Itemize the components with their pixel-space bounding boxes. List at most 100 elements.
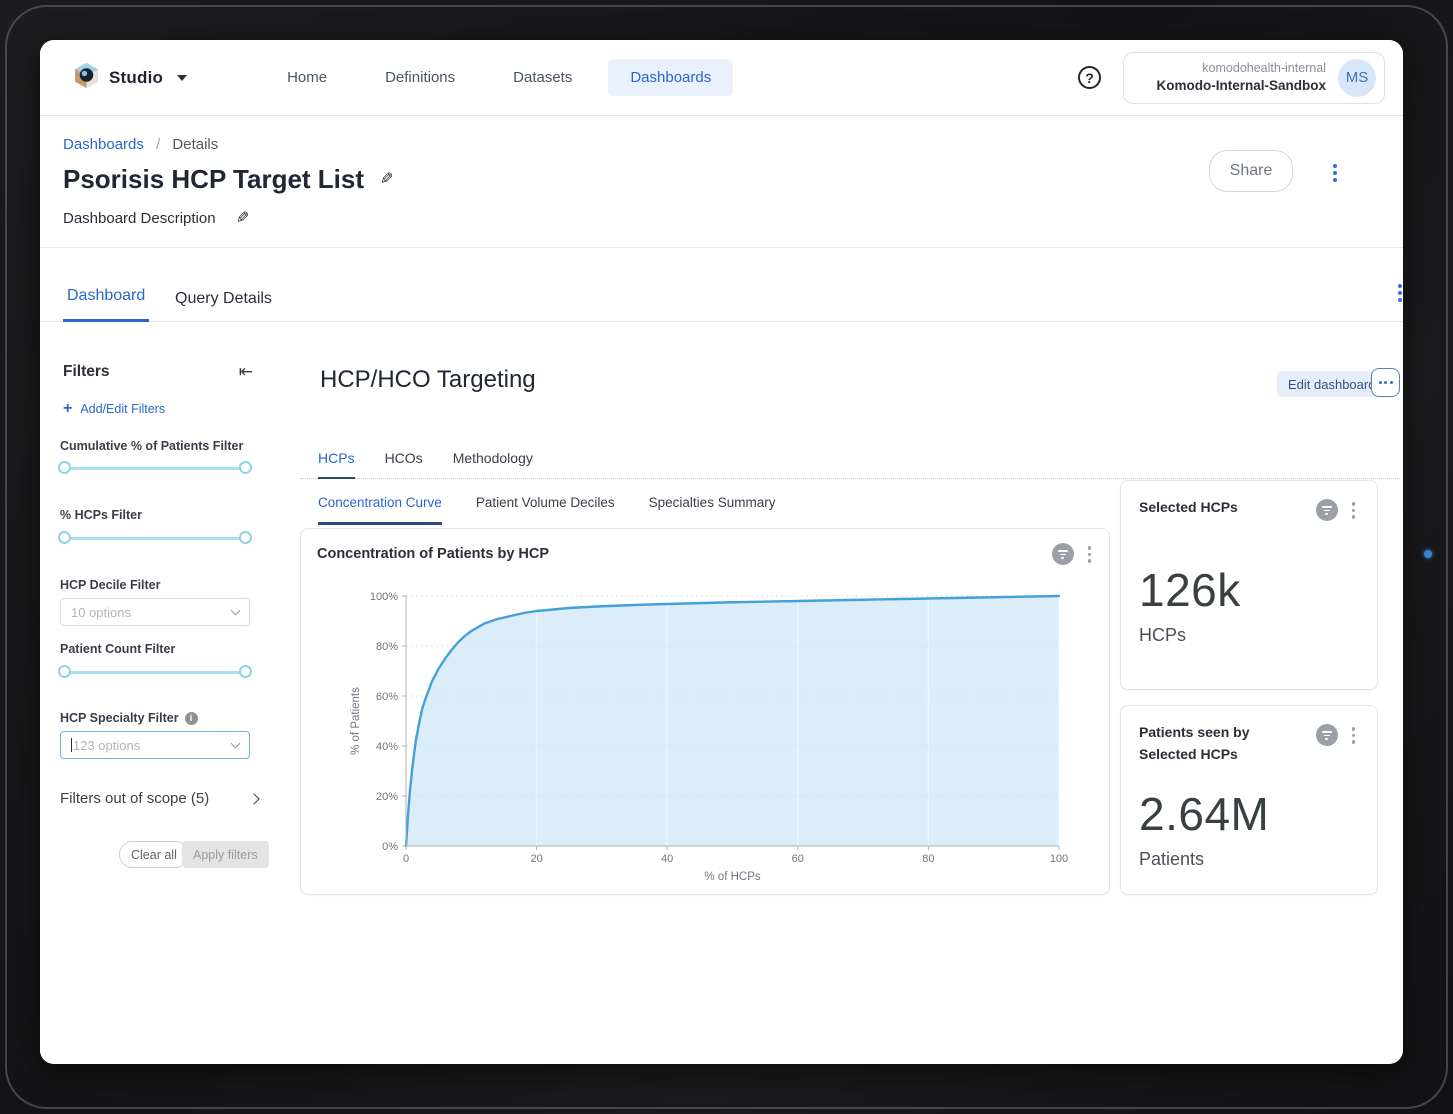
page-description-row: Dashboard Description ✎ (63, 210, 249, 227)
account-texts: komodohealth-internal Komodo-Internal-Sa… (1157, 60, 1327, 95)
breadcrumb-separator: / (156, 136, 160, 153)
slider-track (60, 537, 250, 540)
breadcrumb: Dashboards / Details (63, 136, 218, 153)
patient-count-filter-label: Patient Count Filter (60, 642, 175, 656)
selected-hcps-value: 126k (1139, 563, 1359, 617)
svg-text:% of Patients: % of Patients (350, 687, 362, 755)
avatar[interactable]: MS (1338, 59, 1376, 97)
pct-hcps-filter-slider[interactable] (60, 531, 250, 545)
page-kebab-menu[interactable] (1329, 160, 1341, 186)
dashboard-main: HCP/HCO Targeting Edit dashboard HCPs HC… (280, 322, 1403, 1064)
more-options-button[interactable] (1371, 368, 1400, 397)
filters-panel: Filters ⇤ + Add/Edit Filters Cumulative … (40, 322, 280, 1064)
share-button[interactable]: Share (1209, 150, 1293, 192)
dashboard-heading: HCP/HCO Targeting (320, 366, 536, 394)
svg-text:0: 0 (403, 853, 409, 865)
slider-handle-min[interactable] (58, 531, 71, 544)
plus-icon: + (63, 400, 72, 418)
tab-concentration-curve[interactable]: Concentration Curve (318, 495, 442, 525)
tab-patient-volume-deciles[interactable]: Patient Volume Deciles (476, 495, 615, 525)
svg-text:40%: 40% (376, 741, 398, 753)
text-cursor (71, 738, 72, 752)
svg-text:60%: 60% (376, 691, 398, 703)
device-camera-dot (1424, 550, 1432, 558)
patients-seen-card: Patients seen by Selected HCPs 2.64M Pat… (1120, 705, 1378, 895)
patients-seen-title: Patients seen by Selected HCPs (1139, 722, 1316, 765)
chart-kebab-menu[interactable] (1084, 542, 1096, 567)
tab-methodology[interactable]: Methodology (453, 450, 533, 479)
tab-hcps[interactable]: HCPs (318, 450, 355, 479)
tab-query-details[interactable]: Query Details (171, 290, 276, 322)
filters-out-of-scope-label: Filters out of scope (5) (60, 790, 209, 807)
breadcrumb-current: Details (172, 136, 218, 153)
slider-handle-min[interactable] (58, 461, 71, 474)
hcp-specialty-filter-label-text: HCP Specialty Filter (60, 711, 179, 725)
collapse-panel-icon[interactable]: ⇤ (239, 362, 253, 382)
account-org: komodohealth-internal (1157, 60, 1327, 77)
topnav-right: ? komodohealth-internal Komodo-Internal-… (1078, 52, 1385, 104)
slider-track (60, 467, 250, 470)
primary-nav: Home Definitions Datasets Dashboards (265, 59, 733, 96)
selected-hcps-card: Selected HCPs 126k HCPs (1120, 480, 1378, 690)
chevron-right-icon (248, 793, 259, 804)
view-tabs: Concentration Curve Patient Volume Decil… (300, 495, 775, 525)
filters-out-of-scope[interactable]: Filters out of scope (5) (60, 790, 258, 807)
svg-text:20: 20 (530, 853, 542, 865)
filters-title: Filters (63, 363, 110, 381)
slider-handle-min[interactable] (58, 665, 71, 678)
apply-filters-button[interactable]: Apply filters (182, 841, 269, 868)
concentration-curve-chart: 0%20%40%60%80%100%020406080100% of HCPs%… (301, 529, 1109, 894)
help-icon[interactable]: ? (1078, 66, 1101, 89)
svg-text:100: 100 (1050, 853, 1068, 865)
slider-handle-max[interactable] (239, 531, 252, 544)
svg-text:0%: 0% (382, 841, 398, 853)
slider-handle-max[interactable] (239, 665, 252, 678)
page-description: Dashboard Description (63, 210, 216, 227)
info-icon[interactable]: i (185, 712, 198, 725)
add-edit-filters-link[interactable]: + Add/Edit Filters (63, 400, 165, 418)
patient-count-filter-slider[interactable] (60, 665, 250, 679)
hcp-decile-filter-label: HCP Decile Filter (60, 578, 161, 592)
entity-tabs: HCPs HCOs Methodology (300, 450, 1400, 479)
brand-label: Studio (109, 68, 163, 88)
svg-text:80: 80 (922, 853, 934, 865)
chevron-down-icon (231, 739, 241, 749)
edit-title-pencil-icon[interactable]: ✎ (380, 172, 393, 188)
cumulative-filter-label: Cumulative % of Patients Filter (60, 439, 243, 453)
slider-handle-max[interactable] (239, 461, 252, 474)
studio-logo-icon (74, 62, 99, 94)
clear-all-button[interactable]: Clear all (119, 841, 189, 868)
tab-hcos[interactable]: HCOs (385, 450, 423, 479)
nav-item-home[interactable]: Home (265, 59, 349, 96)
chart-filter-icon[interactable] (1052, 543, 1074, 565)
hcp-specialty-placeholder: 123 options (73, 738, 140, 753)
breadcrumb-dashboards-link[interactable]: Dashboards (63, 136, 144, 153)
tab-dashboard[interactable]: Dashboard (63, 287, 149, 322)
nav-item-definitions[interactable]: Definitions (363, 59, 477, 96)
hcp-specialty-select[interactable]: 123 options (60, 731, 250, 759)
svg-text:40: 40 (661, 853, 673, 865)
studio-brand[interactable]: Studio (74, 62, 187, 94)
content-area: Filters ⇤ + Add/Edit Filters Cumulative … (40, 322, 1403, 1064)
nav-item-dashboards[interactable]: Dashboards (608, 59, 733, 96)
svg-text:20%: 20% (376, 791, 398, 803)
hcp-decile-select[interactable]: 10 options (60, 598, 250, 626)
card-filter-icon[interactable] (1316, 499, 1338, 521)
tab-specialties-summary[interactable]: Specialties Summary (649, 495, 776, 525)
hcp-specialty-select-value: 123 options (71, 738, 232, 753)
pct-hcps-filter-label: % HCPs Filter (60, 508, 142, 522)
top-navigation: Studio Home Definitions Datasets Dashboa… (40, 40, 1403, 116)
selected-hcps-title: Selected HCPs (1139, 497, 1316, 519)
svg-text:% of HCPs: % of HCPs (704, 871, 760, 883)
card-kebab-menu[interactable] (1348, 498, 1360, 523)
card-kebab-menu[interactable] (1348, 723, 1360, 748)
account-switcher[interactable]: komodohealth-internal Komodo-Internal-Sa… (1123, 52, 1385, 104)
window-edge-clipped-kebab (1394, 280, 1403, 306)
selected-hcps-unit: HCPs (1139, 625, 1359, 646)
chevron-down-icon (177, 75, 187, 81)
card-filter-icon[interactable] (1316, 724, 1338, 746)
nav-item-datasets[interactable]: Datasets (491, 59, 594, 96)
cumulative-filter-slider[interactable] (60, 461, 250, 475)
edit-description-pencil-icon[interactable]: ✎ (236, 211, 249, 227)
svg-text:80%: 80% (376, 641, 398, 653)
